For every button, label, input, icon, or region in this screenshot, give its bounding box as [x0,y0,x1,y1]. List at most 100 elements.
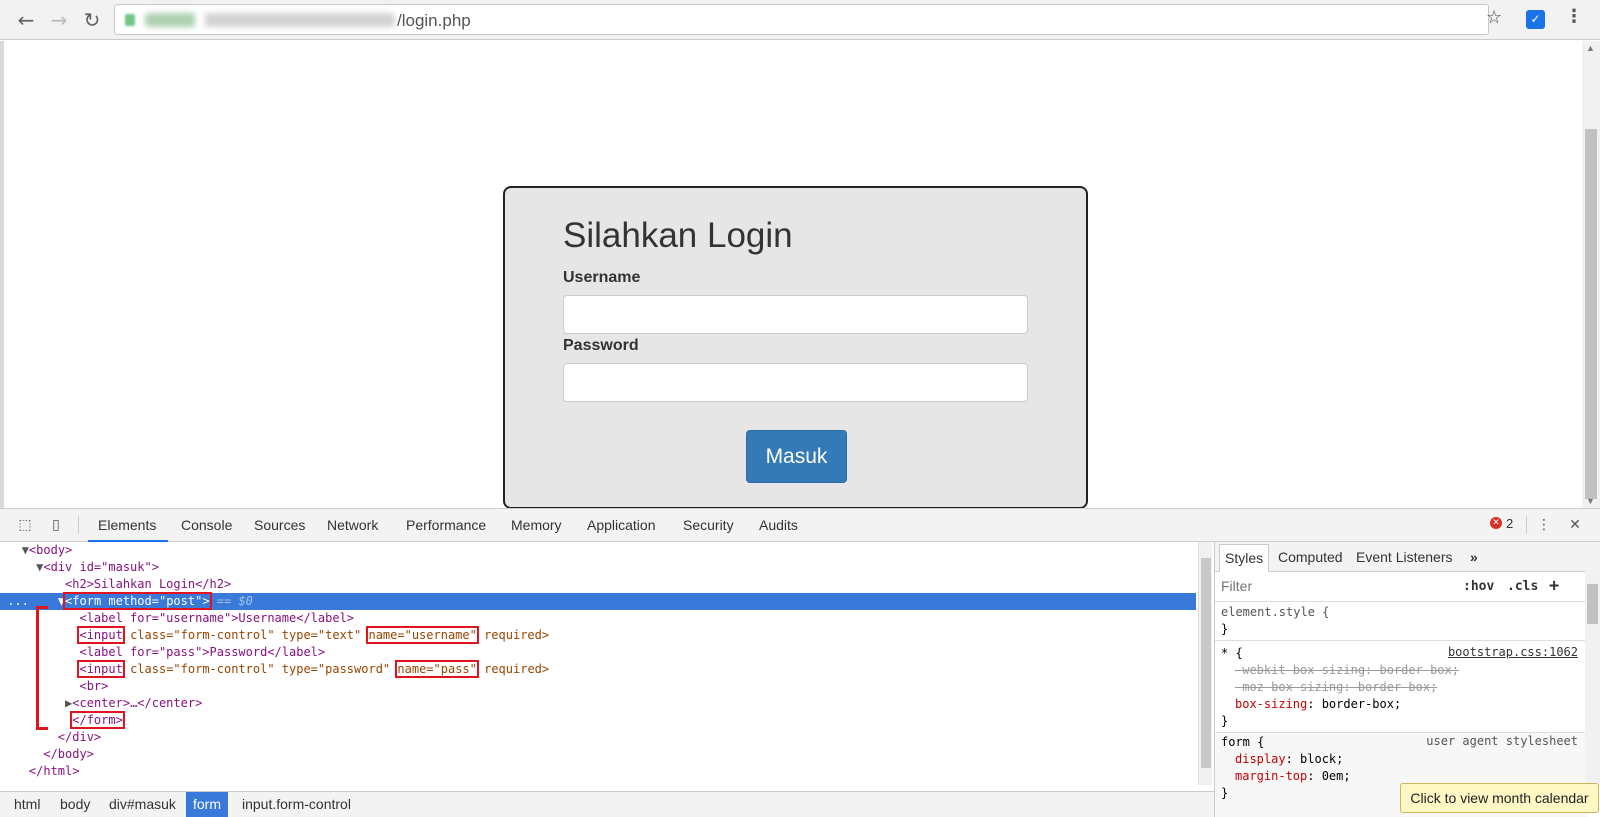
tab-security[interactable]: Security [683,517,734,533]
inspect-element-icon[interactable]: ⬚ [16,517,34,533]
tab-network[interactable]: Network [327,517,378,533]
elements-scrollbar[interactable] [1198,542,1212,785]
reload-icon[interactable]: ↻ [80,8,104,32]
box-sizing-prop[interactable]: box-sizing: border-box; [1235,696,1401,713]
devtools-tabbar: ⬚ ▯ Elements Console Sources Network Per… [0,509,1600,542]
error-count[interactable]: 2 [1506,516,1513,531]
masuk-button[interactable]: Masuk [746,430,847,483]
login-title: Silahkan Login [563,216,793,255]
back-icon[interactable]: ← [14,8,38,32]
hov-button[interactable]: :hov [1463,579,1494,594]
month-calendar-tooltip: Click to view month calendar [1400,783,1599,813]
tab-console[interactable]: Console [181,517,232,533]
tab-event-listeners[interactable]: Event Listeners [1356,549,1453,565]
tab-application[interactable]: Application [587,517,656,533]
error-icon[interactable]: ✕ [1490,517,1502,529]
styles-pane: Styles Computed Event Listeners » :hov .… [1214,542,1600,817]
breadcrumb: html body div#masuk form input.form-cont… [0,791,1214,817]
tab-computed[interactable]: Computed [1278,549,1343,565]
bootstrap-source-link[interactable]: bootstrap.css:1062 [1448,645,1578,659]
red-bracket-annotation [36,606,48,730]
add-rule-icon[interactable]: + [1549,576,1559,596]
dom-line-input-username[interactable]: <input class="form-control" type="text" … [0,626,1196,644]
highlighted-input-tag: <input [77,626,125,644]
tab-elements[interactable]: Elements [98,517,156,533]
form-selector[interactable]: form { [1221,734,1264,751]
dom-line-label-pass[interactable]: <label for="pass">Password</label> [0,644,1196,661]
username-input[interactable] [563,295,1028,334]
dom-line-br[interactable]: <br> [0,678,1196,695]
highlighted-form-tag: <form method="post"> [63,592,212,610]
styles-tabbar: Styles Computed Event Listeners » [1215,542,1600,572]
breadcrumb-div[interactable]: div#masuk [102,792,183,817]
url-path: /login.php [397,11,471,30]
elements-tree[interactable]: ▼<body> ▼<div id="masuk"> <h2>Silahkan L… [0,542,1200,785]
moz-box-sizing-prop[interactable]: -moz-box-sizing: border-box; [1235,679,1437,696]
dom-line-input-pass[interactable]: <input class="form-control" type="passwo… [0,660,1196,678]
lock-icon [125,14,135,26]
dom-line-body-close[interactable]: </body> [0,746,1196,763]
divider [1215,640,1587,641]
highlighted-name-attr: name="username" [366,626,479,644]
page-viewport: Silahkan Login Username Password Masuk ▲… [0,41,1600,509]
dom-line-form-selected[interactable]: ... ▼<form method="post"> == $0 [0,592,1196,610]
highlighted-form-close: </form> [70,711,125,729]
highlighted-input-tag: <input [77,660,125,678]
close-devtools-icon[interactable]: ✕ [1566,517,1584,533]
devtools-panel: ⬚ ▯ Elements Console Sources Network Per… [0,508,1600,817]
scroll-up-icon[interactable]: ▲ [1586,43,1595,53]
browser-toolbar: ← → ↻ /login.php ☆ ✓ ⋮ [0,0,1600,40]
address-bar[interactable]: /login.php [114,4,1489,35]
star-selector[interactable]: * { [1221,645,1243,662]
divider [1526,516,1527,534]
dom-line-center[interactable]: ▶<center>…</center> [0,695,1196,712]
rule-close-brace: } [1221,622,1229,636]
scroll-thumb[interactable] [1585,129,1597,499]
breadcrumb-form[interactable]: form [186,792,228,817]
divider [78,516,79,534]
dom-line-label-username[interactable]: <label for="username">Username</label> [0,610,1196,627]
devtools-menu-icon[interactable]: ⋮ [1535,517,1553,533]
star-icon[interactable]: ☆ [1486,7,1502,28]
highlighted-name-attr: name="pass" [395,660,479,678]
styles-filter-input[interactable] [1221,578,1421,594]
tab-styles[interactable]: Styles [1219,544,1270,572]
login-box: Silahkan Login Username Password Masuk [503,186,1088,509]
breadcrumb-input[interactable]: input.form-control [235,792,358,817]
cls-button[interactable]: .cls [1507,579,1538,594]
dom-line-form-close[interactable]: </form> [0,711,1196,729]
webkit-box-sizing-prop[interactable]: -webkit-box-sizing: border-box; [1235,662,1459,679]
margin-top-prop[interactable]: margin-top: 0em; [1235,768,1351,785]
tab-memory[interactable]: Memory [511,517,562,533]
page-scrollbar[interactable]: ▲ ▼ [1582,41,1600,508]
scroll-thumb[interactable] [1587,584,1598,624]
dom-line-div[interactable]: ▼<div id="masuk"> [0,559,1196,576]
dom-line-body[interactable]: ▼<body> [0,542,1196,559]
breadcrumb-html[interactable]: html [7,792,47,817]
dom-line-h2[interactable]: <h2>Silahkan Login</h2> [0,576,1196,593]
tab-audits[interactable]: Audits [759,517,798,533]
blurred-url-host [145,13,395,27]
tab-performance[interactable]: Performance [406,517,486,533]
tab-sources[interactable]: Sources [254,517,305,533]
password-label: Password [563,337,639,354]
styles-filter-row: :hov .cls + [1215,572,1600,602]
dom-line-div-close[interactable]: </div> [0,729,1196,746]
dom-line-html-close[interactable]: </html> [0,763,1196,780]
forward-icon[interactable]: → [47,8,71,32]
device-toolbar-icon[interactable]: ▯ [47,517,65,533]
rule-close-brace: } [1221,786,1229,800]
display-prop[interactable]: display: block; [1235,751,1343,768]
rule-close-brace: } [1221,714,1229,728]
ua-stylesheet-label: user agent stylesheet [1426,734,1578,748]
styles-scrollbar[interactable] [1585,570,1600,786]
extension-icon[interactable]: ✓ [1526,10,1545,29]
more-options-icon[interactable]: ... [7,594,29,608]
element-style-rule[interactable]: element.style { [1221,604,1329,621]
more-tabs-icon[interactable]: » [1470,549,1478,565]
password-input[interactable] [563,363,1028,402]
scroll-down-icon[interactable]: ▼ [1586,496,1595,506]
scroll-thumb[interactable] [1201,558,1211,768]
breadcrumb-body[interactable]: body [53,792,97,817]
menu-icon[interactable]: ⋮ [1565,6,1583,27]
